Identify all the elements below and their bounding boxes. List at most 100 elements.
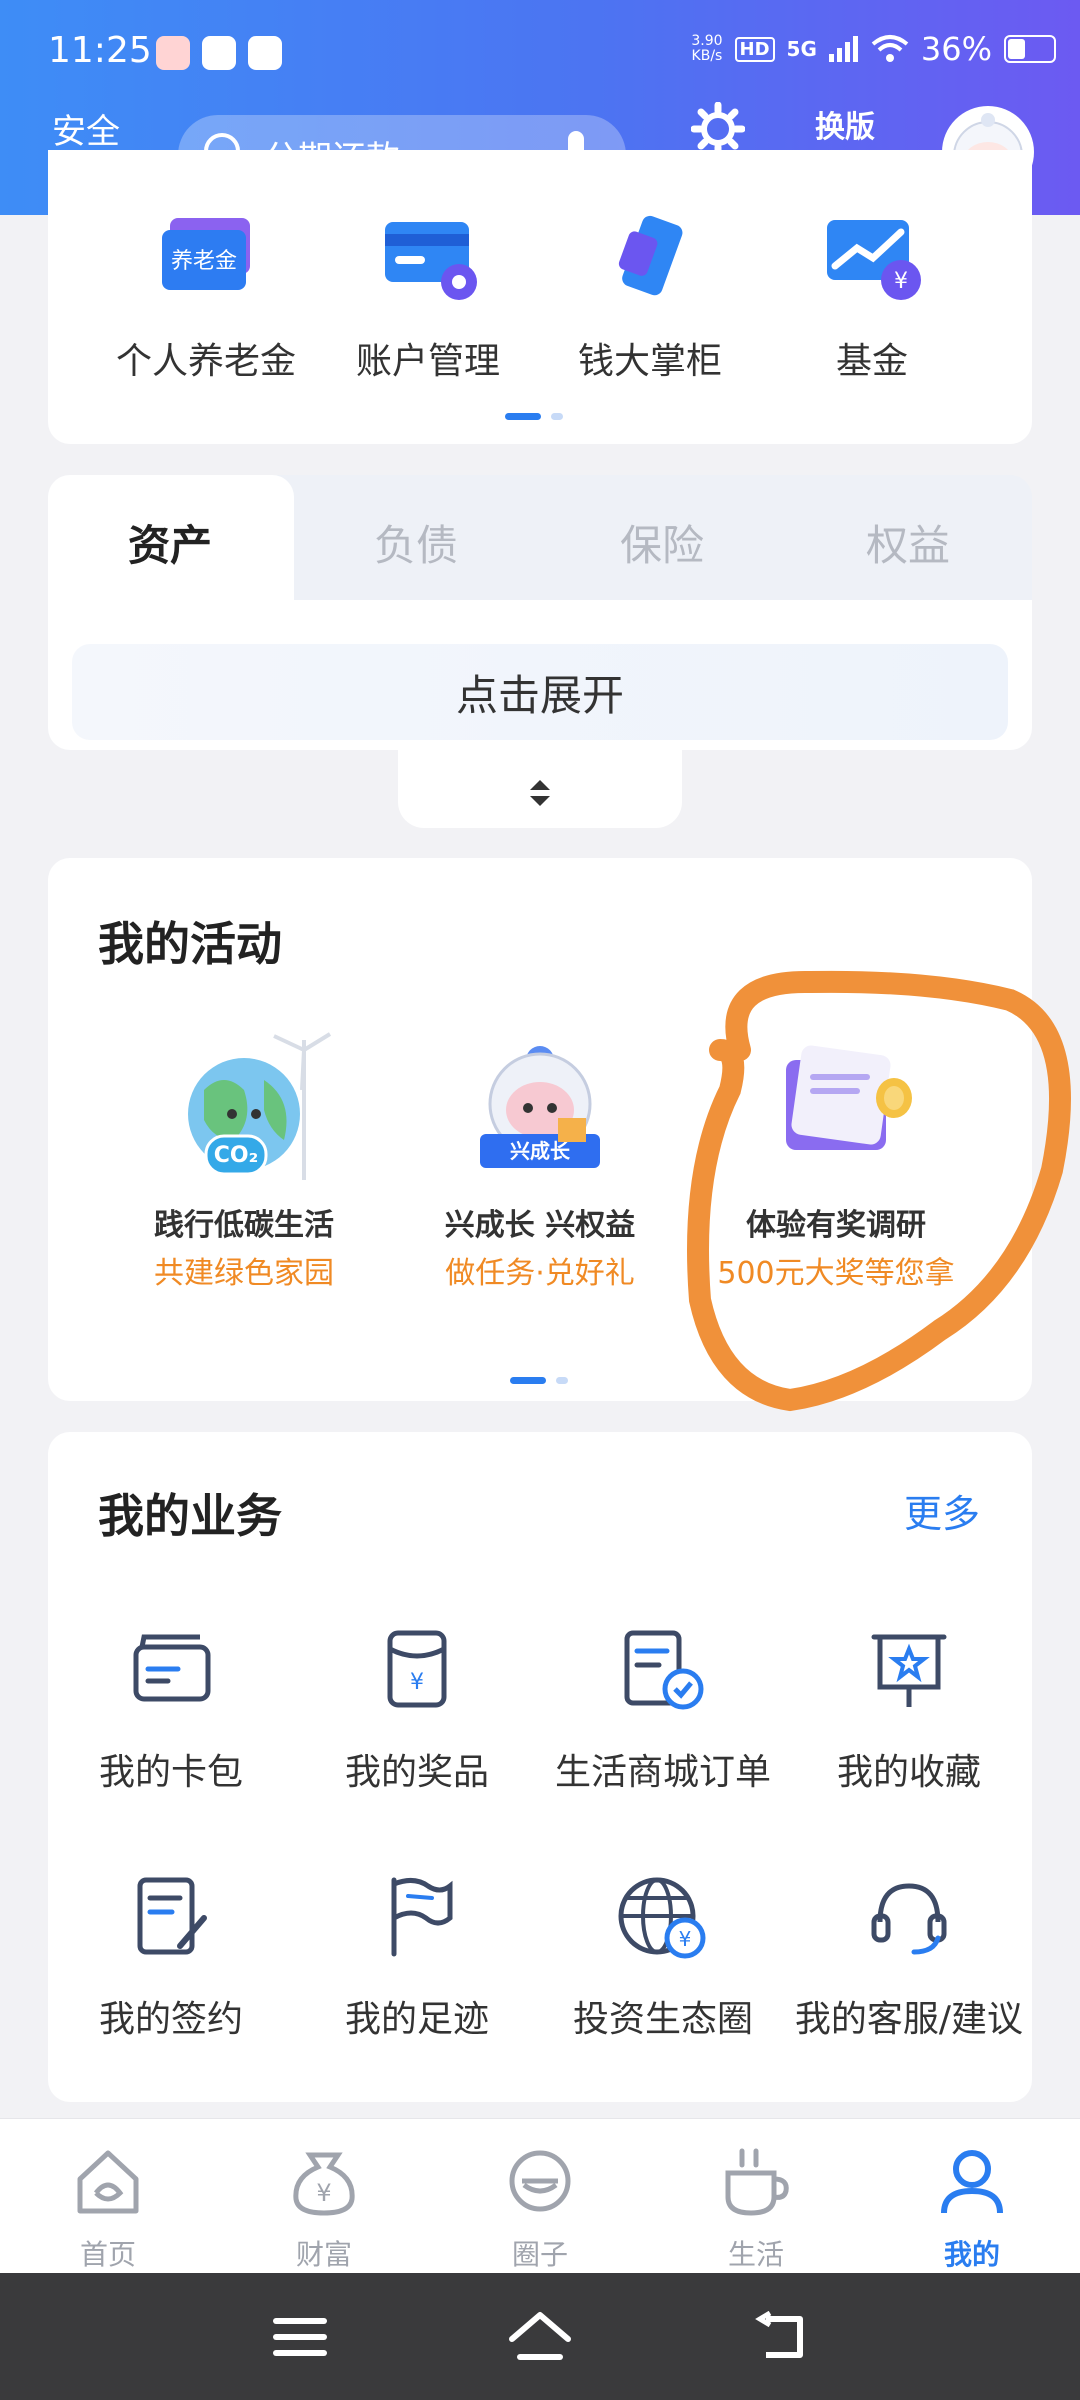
chat-bubble-icon	[509, 2150, 571, 2212]
menu-account-management[interactable]: 账户管理	[318, 214, 538, 382]
expand-toggle[interactable]	[398, 748, 682, 828]
earth-windmill-icon: CO₂	[188, 1032, 332, 1180]
svg-text:兴成长: 兴成长	[510, 1139, 571, 1163]
activity-low-carbon[interactable]: CO₂ 践行低碳生活 共建绿色家园	[104, 1030, 384, 1291]
user-profile-icon	[941, 2150, 1003, 2214]
nav-label: 财富	[295, 2238, 352, 2271]
business-footprints[interactable]: 我的足迹	[292, 1872, 542, 2040]
expand-assets-button[interactable]: 点击展开	[0, 662, 1080, 723]
svg-text:¥: ¥	[410, 1670, 424, 1695]
account-card-icon	[385, 222, 477, 300]
business-favorites[interactable]: 我的收藏	[784, 1625, 1034, 1793]
business-signing[interactable]: 我的签约	[46, 1872, 296, 2040]
business-label: 我的收藏	[836, 1752, 981, 1793]
battery-percent: 36%	[920, 30, 992, 68]
tab-equity[interactable]: 权益	[788, 512, 1028, 573]
money-bag-icon: ¥	[293, 2152, 355, 2216]
more-link[interactable]: 更多	[904, 1483, 980, 1538]
business-customer-service[interactable]: 我的客服/建议	[784, 1872, 1034, 2040]
play-icon	[248, 36, 282, 70]
nav-wealth[interactable]: ¥ 财富	[254, 2141, 394, 2271]
favorites-icon	[871, 1634, 947, 1707]
tab-assets[interactable]: 资产	[50, 512, 290, 573]
globe-icon: ¥	[618, 1877, 706, 1959]
tab-insurance[interactable]: 保险	[542, 512, 782, 573]
business-label: 我的客服/建议	[794, 1999, 1024, 2040]
menu-label: 账户管理	[355, 341, 500, 382]
status-right: 3.90 KB/s HD 5G 36%	[691, 30, 1056, 68]
business-investment-ecosystem[interactable]: ¥ 投资生态圈	[538, 1872, 788, 2040]
ticket-icon	[618, 215, 683, 296]
order-icon	[624, 1630, 704, 1710]
svg-text:¥: ¥	[679, 1927, 692, 1951]
menu-qian-da-zhang-gui[interactable]: 钱大掌柜	[540, 214, 760, 382]
network-type: 5G	[786, 37, 817, 61]
business-label: 我的奖品	[344, 1752, 489, 1793]
business-label: 我的签约	[98, 1999, 243, 2040]
bottom-navigation: 首页 ¥ 财富 圈子 生活 我的	[0, 2118, 1080, 2274]
network-speed: 3.90 KB/s	[691, 33, 723, 64]
menu-label: 钱大掌柜	[577, 341, 722, 382]
switch-version-label: 换版	[815, 110, 875, 145]
nav-label: 首页	[79, 2238, 136, 2271]
menu-label: 基金	[835, 341, 908, 382]
gear-icon	[690, 101, 746, 157]
nav-label: 圈子	[511, 2238, 568, 2271]
activity-subtitle: 共建绿色家园	[154, 1256, 334, 1291]
activity-subtitle: 做任务·兑好礼	[445, 1256, 635, 1291]
business-title: 我的业务	[98, 1489, 282, 1543]
prize-icon: ¥	[387, 1630, 447, 1708]
signal-icon	[828, 36, 858, 62]
nav-mine[interactable]: 我的	[902, 2141, 1042, 2271]
nav-circle[interactable]: 圈子	[470, 2141, 610, 2271]
home-icon	[77, 2150, 139, 2214]
nav-label: 我的	[943, 2238, 1000, 2271]
business-label: 投资生态圈	[572, 1999, 753, 2040]
switch-version-button[interactable]: 换版	[800, 110, 890, 146]
astronaut-mascot-icon: 兴成长	[480, 1046, 600, 1168]
menu-page-indicator	[505, 413, 563, 420]
status-time: 11:25	[48, 30, 152, 71]
business-card-wallet[interactable]: 我的卡包	[46, 1625, 296, 1793]
nav-label: 生活	[727, 2238, 784, 2271]
menu-label: 个人养老金	[115, 341, 296, 382]
business-label: 我的卡包	[98, 1752, 243, 1793]
svg-text:CO₂: CO₂	[214, 1143, 258, 1168]
fund-chart-icon: ¥	[827, 220, 921, 300]
system-navigation-bar	[0, 2273, 1080, 2400]
hand-drawn-annotation-circle	[687, 970, 1071, 1412]
back-icon[interactable]	[752, 2311, 808, 2361]
menu-pension[interactable]: 养老金 个人养老金	[96, 214, 316, 382]
business-label: 我的足迹	[344, 1999, 489, 2040]
activities-title: 我的活动	[98, 917, 282, 971]
pension-card-icon: 养老金	[162, 218, 250, 290]
coffee-cup-icon	[725, 2148, 789, 2216]
nav-home[interactable]: 首页	[38, 2141, 178, 2271]
wifi-icon	[871, 35, 909, 62]
sign-icon	[137, 1877, 207, 1955]
activities-page-indicator	[510, 1377, 568, 1384]
menu-fund[interactable]: ¥ 基金	[762, 214, 982, 382]
svg-text:¥: ¥	[316, 2179, 331, 2207]
activity-title: 兴成长 兴权益	[444, 1208, 636, 1243]
weibo-icon	[156, 36, 190, 70]
battery-icon	[1004, 35, 1056, 63]
flag-icon	[391, 1877, 453, 1957]
business-prizes[interactable]: ¥ 我的奖品	[292, 1625, 542, 1793]
card-wallet-icon	[133, 1634, 211, 1702]
headset-icon	[871, 1883, 947, 1955]
tab-liabilities[interactable]: 负债	[296, 512, 536, 573]
business-mall-orders[interactable]: 生活商城订单	[538, 1625, 788, 1793]
svg-text:¥: ¥	[894, 269, 908, 294]
hd-badge: HD	[734, 36, 775, 62]
svg-text:养老金: 养老金	[171, 249, 237, 274]
expand-toggle-icon	[530, 780, 550, 806]
activity-title: 践行低碳生活	[154, 1208, 334, 1243]
home-system-icon[interactable]	[508, 2309, 572, 2363]
mail-icon	[202, 36, 236, 70]
business-label: 生活商城订单	[554, 1752, 771, 1793]
status-app-icons	[156, 36, 282, 70]
activity-growth-benefits[interactable]: 兴成长 兴成长 兴权益 做任务·兑好礼	[400, 1030, 680, 1291]
nav-life[interactable]: 生活	[686, 2141, 826, 2271]
menu-icon[interactable]	[272, 2315, 328, 2359]
